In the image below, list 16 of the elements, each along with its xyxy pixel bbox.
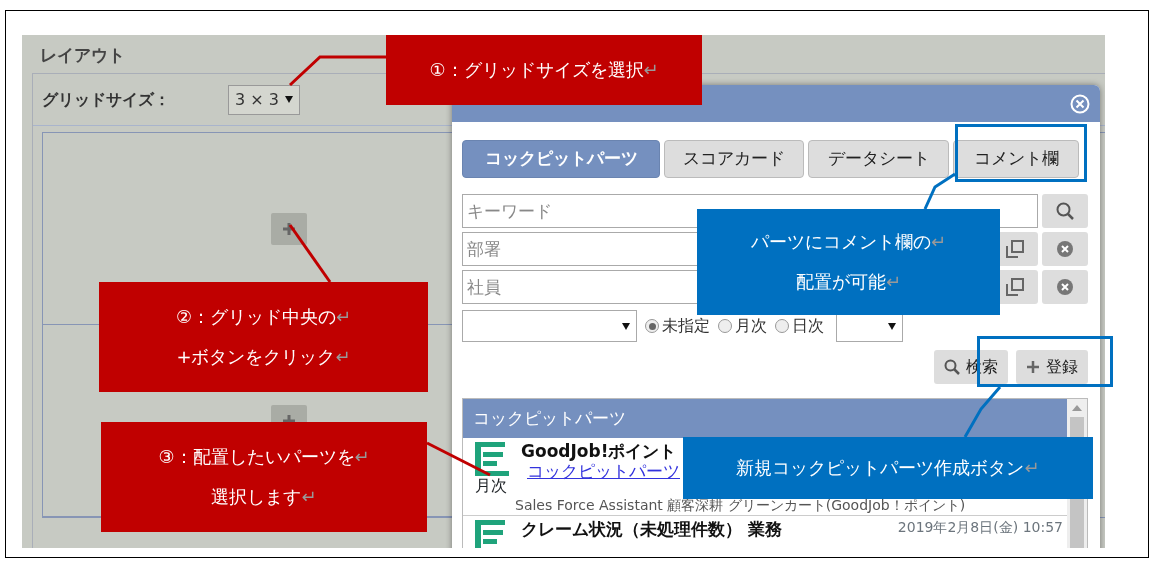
section-title: レイアウト [40,44,125,67]
item-title: GoodJob!ポイント [521,441,677,462]
item-title: クレーム状況（未処理件数） 業務 [521,518,782,540]
callout-text: +ボタンをクリック↵ [176,345,351,369]
callout-text: 選択します↵ [211,485,317,509]
item-description: Sales Force Assistant 顧客深耕 グリーンカート(GoodJob！ポイント) [515,496,966,514]
period-label: 月次 [475,477,507,495]
callout-text: パーツにコメント欄の↵ [750,230,947,255]
callout-text: 配置が可能↵ [795,270,902,294]
grid-size-label: グリッドサイズ： [42,88,171,111]
list-header: コックピットパーツ [463,399,1067,438]
callout-text: 新規コックピットパーツ作成ボタン↵ [736,456,1040,481]
callout-text: ③：配置したいパーツを↵ [158,445,370,470]
callout-text: ①：グリッドサイズを選択↵ [429,58,659,83]
item-date: 2019年2月8日(金) 10:57 [897,518,1063,536]
callout-text: ②：グリッド中央の↵ [175,305,352,330]
